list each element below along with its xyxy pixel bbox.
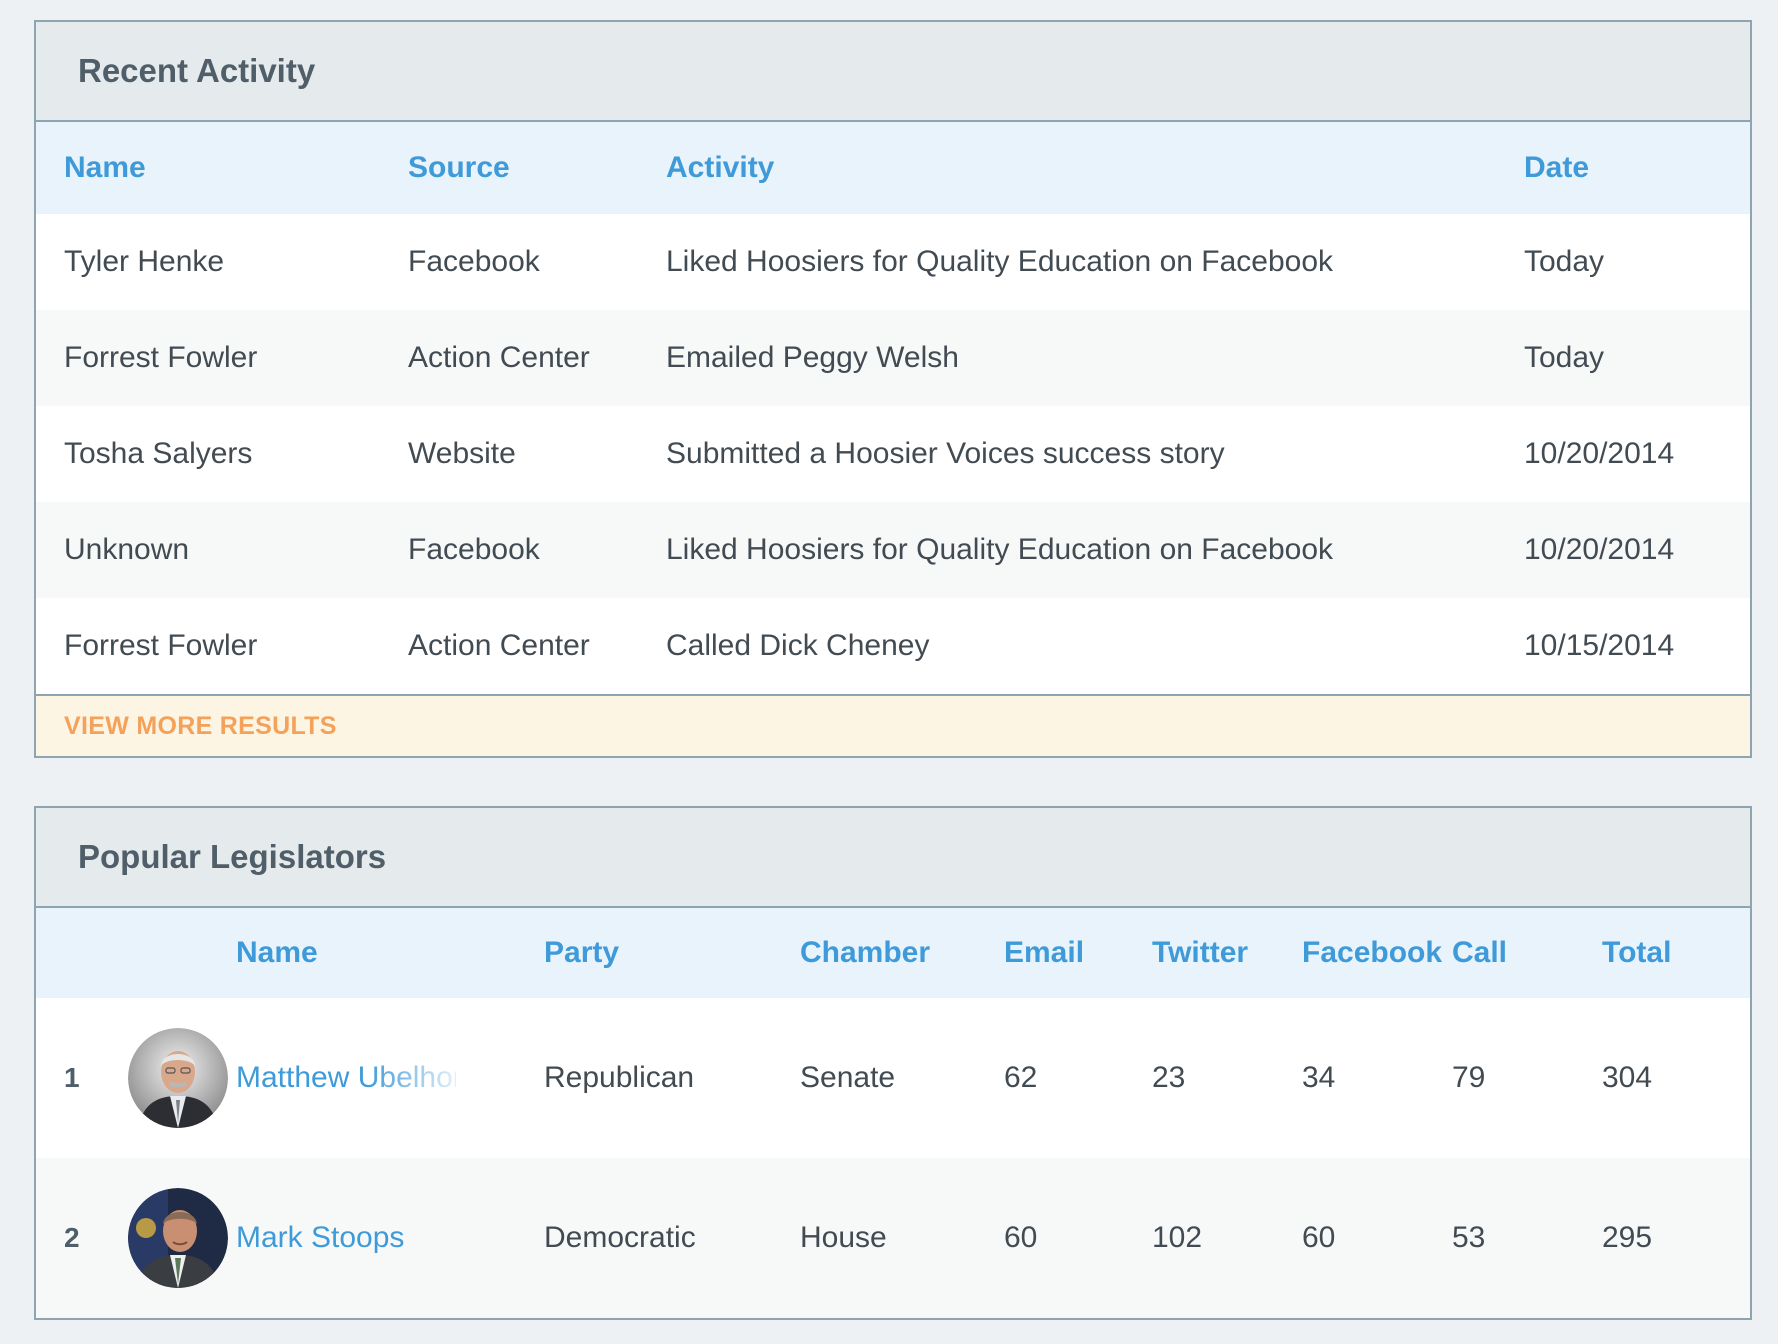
activity-name: Forrest Fowler bbox=[64, 629, 258, 662]
view-more-bar: VIEW MORE RESULTS bbox=[36, 694, 1750, 756]
table-row: Tyler Henke Facebook Liked Hoosiers for … bbox=[36, 214, 1750, 310]
legislator-photo bbox=[128, 1188, 228, 1288]
activity-name: Forrest Fowler bbox=[64, 341, 258, 374]
activity-description: Submitted a Hoosier Voices success story bbox=[666, 437, 1225, 470]
column-header-name[interactable]: Name bbox=[236, 936, 544, 970]
popular-legislators-header: Popular Legislators bbox=[36, 808, 1750, 908]
column-header-call-total: Call Total bbox=[1452, 936, 1752, 970]
table-row: Forrest Fowler Action Center Called Dick… bbox=[36, 598, 1750, 694]
activity-date: Today bbox=[1524, 341, 1605, 374]
legislator-facebook-count: 34 bbox=[1302, 1061, 1336, 1094]
popular-legislators-panel: Popular Legislators Name Party Chamber E… bbox=[34, 806, 1752, 1320]
activity-source: Website bbox=[408, 437, 516, 470]
avatar bbox=[128, 1028, 236, 1128]
activity-date: 10/20/2014 bbox=[1524, 437, 1675, 470]
legislator-email-count: 60 bbox=[1004, 1221, 1038, 1254]
legislator-rank: 1 bbox=[64, 1062, 80, 1093]
legislator-email-count: 62 bbox=[1004, 1061, 1038, 1094]
activity-date: Today bbox=[1524, 245, 1605, 278]
popular-legislators-title: Popular Legislators bbox=[78, 838, 387, 875]
column-header-date[interactable]: Date bbox=[1496, 151, 1752, 185]
legislator-call-total: 53 295 bbox=[1452, 1221, 1752, 1255]
activity-description: Liked Hoosiers for Quality Education on … bbox=[666, 533, 1334, 566]
column-header-total[interactable]: Total bbox=[1602, 936, 1671, 970]
legislator-chamber: Senate bbox=[800, 1061, 896, 1094]
activity-description: Emailed Peggy Welsh bbox=[666, 341, 959, 374]
activity-date: 10/20/2014 bbox=[1524, 533, 1675, 566]
activity-source: Action Center bbox=[408, 629, 590, 662]
column-header-name[interactable]: Name bbox=[36, 151, 380, 185]
legislator-party: Democratic bbox=[544, 1221, 696, 1254]
activity-description: Called Dick Cheney bbox=[666, 629, 930, 662]
activity-name: Tosha Salyers bbox=[64, 437, 253, 470]
legislator-twitter-count: 102 bbox=[1152, 1221, 1203, 1254]
recent-activity-title: Recent Activity bbox=[78, 52, 316, 89]
legislator-party: Republican bbox=[544, 1061, 695, 1094]
legislator-total-count: 304 bbox=[1602, 1061, 1653, 1094]
column-header-twitter[interactable]: Twitter bbox=[1152, 936, 1302, 970]
column-header-call[interactable]: Call bbox=[1452, 936, 1602, 970]
table-row: Tosha Salyers Website Submitted a Hoosie… bbox=[36, 406, 1750, 502]
legislator-call-count: 79 bbox=[1452, 1061, 1486, 1094]
legislators-column-headers: Name Party Chamber Email Twitter Faceboo… bbox=[36, 908, 1750, 998]
activity-date: 10/15/2014 bbox=[1524, 629, 1675, 662]
activity-source: Action Center bbox=[408, 341, 590, 374]
legislator-photo bbox=[128, 1028, 228, 1128]
recent-activity-panel: Recent Activity Name Source Activity Dat… bbox=[34, 20, 1752, 758]
legislator-call-total: 79 304 bbox=[1452, 1061, 1752, 1095]
activity-name: Tyler Henke bbox=[64, 245, 225, 278]
legislator-chamber: House bbox=[800, 1221, 887, 1254]
legislator-name-link[interactable]: Matthew Ubelhor bbox=[236, 1061, 456, 1095]
column-header-activity[interactable]: Activity bbox=[638, 151, 1496, 185]
legislator-call-count: 53 bbox=[1452, 1221, 1486, 1254]
avatar bbox=[128, 1188, 236, 1288]
legislator-rank: 2 bbox=[64, 1222, 80, 1253]
legislator-facebook-count: 60 bbox=[1302, 1221, 1336, 1254]
legislator-name-link[interactable]: Mark Stoops bbox=[236, 1221, 544, 1255]
table-row: Unknown Facebook Liked Hoosiers for Qual… bbox=[36, 502, 1750, 598]
recent-activity-column-headers: Name Source Activity Date bbox=[36, 122, 1750, 214]
legislator-twitter-count: 23 bbox=[1152, 1061, 1186, 1094]
table-row: 1 Matthew Ubelhor Republican Senate 62 2… bbox=[36, 998, 1750, 1158]
column-header-party[interactable]: Party bbox=[544, 936, 800, 970]
activity-name: Unknown bbox=[64, 533, 190, 566]
table-row: 2 Mark Stoops Democratic House 60 102 60… bbox=[36, 1158, 1750, 1318]
column-header-source[interactable]: Source bbox=[380, 151, 638, 185]
column-header-email[interactable]: Email bbox=[1004, 936, 1152, 970]
recent-activity-header: Recent Activity bbox=[36, 22, 1750, 122]
view-more-results-link[interactable]: VIEW MORE RESULTS bbox=[64, 712, 337, 741]
activity-source: Facebook bbox=[408, 533, 540, 566]
activity-description: Liked Hoosiers for Quality Education on … bbox=[666, 245, 1334, 278]
column-header-facebook[interactable]: Facebook bbox=[1302, 936, 1452, 970]
activity-source: Facebook bbox=[408, 245, 540, 278]
table-row: Forrest Fowler Action Center Emailed Peg… bbox=[36, 310, 1750, 406]
legislator-total-count: 295 bbox=[1602, 1221, 1653, 1254]
column-header-chamber[interactable]: Chamber bbox=[800, 936, 1004, 970]
